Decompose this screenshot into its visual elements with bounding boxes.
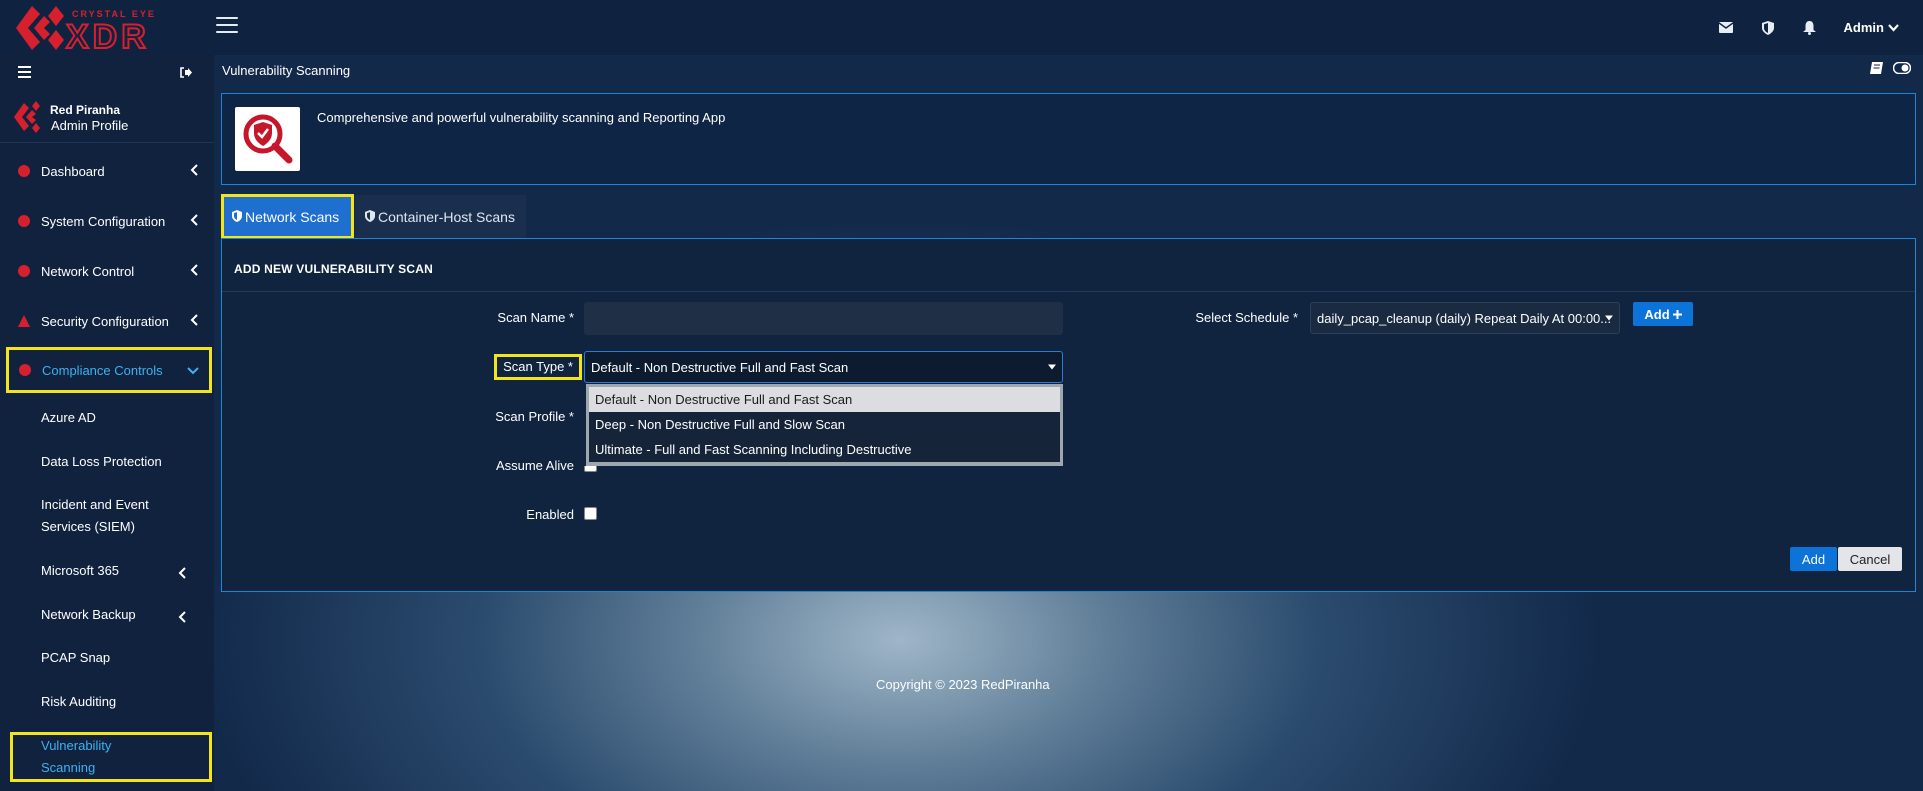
scan-name-input[interactable] [584, 302, 1063, 335]
sidebar-item-label: Microsoft 365 [41, 563, 120, 578]
page-title: Vulnerability Scanning [222, 63, 351, 78]
admin-label: Admin [1843, 20, 1884, 35]
sidebar-header [0, 55, 214, 92]
sidebar-subitem-vulnerability-scanning[interactable]: Vulnerability Scanning [41, 735, 151, 779]
shield-icon[interactable] [1760, 20, 1776, 36]
scan-profile-label: Scan Profile * [495, 409, 574, 424]
network-control-icon [18, 265, 30, 277]
assume-alive-label: Assume Alive [495, 458, 574, 473]
add-schedule-label: Add [1644, 306, 1670, 322]
chevron-left-icon [178, 564, 186, 586]
main-menu-toggle-icon[interactable] [216, 17, 238, 37]
sidebar-subitem-pcap-snap[interactable]: PCAP Snap [41, 647, 201, 669]
chevron-left-icon [178, 608, 186, 630]
svg-text:XDR: XDR [66, 18, 150, 54]
sidebar-subitem-network-backup[interactable]: Network Backup [41, 604, 186, 626]
sidebar-subitem-risk-auditing[interactable]: Risk Auditing [41, 691, 201, 713]
vulnerability-scan-app-icon [235, 107, 300, 171]
mail-icon[interactable] [1718, 20, 1734, 36]
page-tools [1870, 61, 1912, 77]
compliance-controls-icon [19, 364, 31, 376]
chevron-left-icon [190, 163, 198, 179]
sidebar-item-label: Dashboard [41, 163, 105, 179]
panel-title: ADD NEW VULNERABILITY SCAN [234, 262, 433, 276]
scan-type-option-deep[interactable]: Deep - Non Destructive Full and Slow Sca… [589, 412, 1060, 437]
chevron-down-icon [1888, 20, 1899, 35]
profile-subtitle: Admin Profile [51, 117, 129, 133]
tab-container-host-scans[interactable]: Container-Host Scans [355, 195, 526, 238]
sidebar-subitem-data-loss-protection[interactable]: Data Loss Protection [41, 451, 201, 473]
caret-down-icon [1605, 315, 1613, 321]
enabled-label: Enabled [526, 507, 574, 522]
sidebar-item-system-configuration[interactable]: System Configuration [8, 200, 208, 242]
select-schedule-label: Select Schedule * [1195, 310, 1298, 325]
security-configuration-icon [18, 315, 30, 327]
copyright-footer: Copyright © 2023 RedPiranha [876, 677, 1050, 692]
scan-type-option-default[interactable]: Default - Non Destructive Full and Fast … [589, 387, 1060, 412]
chevron-left-icon [190, 213, 198, 229]
sidebar-item-network-control[interactable]: Network Control [8, 250, 208, 292]
schedule-select-value: daily_pcap_cleanup (daily) Repeat Daily … [1317, 310, 1612, 326]
tab-label: Container-Host Scans [378, 208, 515, 225]
scan-type-select-value: Default - Non Destructive Full and Fast … [591, 359, 849, 375]
app-banner: Comprehensive and powerful vulnerability… [221, 93, 1916, 185]
chevron-down-icon [187, 362, 199, 378]
sidebar-item-security-configuration[interactable]: Security Configuration [8, 300, 208, 342]
sidebar-item-label: Compliance Controls [42, 362, 163, 378]
cancel-button[interactable]: Cancel [1838, 547, 1902, 571]
sidebar-item-dashboard[interactable]: Dashboard [8, 150, 208, 192]
dashboard-icon [18, 165, 30, 177]
sidebar-subitem-azure-ad[interactable]: Azure AD [41, 407, 201, 429]
notification-bell-icon[interactable] [1802, 20, 1818, 36]
tab-network-scans[interactable]: Network Scans [221, 194, 354, 239]
scan-type-dropdown: Default - Non Destructive Full and Fast … [586, 384, 1063, 466]
scan-type-option-ultimate[interactable]: Ultimate - Full and Fast Scanning Includ… [589, 437, 1060, 462]
toggle-switch-icon[interactable] [1892, 61, 1912, 77]
top-bar-actions: Admin [1718, 0, 1899, 55]
admin-user-menu[interactable]: Admin [1844, 20, 1899, 35]
divider [222, 291, 1915, 292]
sidebar-item-label: System Configuration [41, 213, 166, 229]
system-configuration-icon [18, 215, 30, 227]
scan-name-label: Scan Name * [497, 310, 574, 325]
red-piranha-logo [14, 101, 40, 133]
scan-type-select[interactable]: Default - Non Destructive Full and Fast … [584, 351, 1063, 383]
caret-down-icon [1048, 364, 1056, 370]
sidebar-item-label: Network Backup [41, 607, 136, 622]
app-description: Comprehensive and powerful vulnerability… [317, 110, 726, 125]
chevron-left-icon [190, 313, 198, 329]
plus-icon [1672, 307, 1682, 322]
top-bar: CRYSTAL EYE XDR Admin [0, 0, 1923, 57]
crystal-eye-logo[interactable]: CRYSTAL EYE XDR [14, 2, 184, 57]
book-icon[interactable] [1870, 62, 1883, 77]
shield-icon [365, 209, 375, 225]
sidebar-item-label: Network Control [41, 263, 135, 279]
tab-label: Network Scans [245, 208, 340, 225]
sidebar-subitem-microsoft-365[interactable]: Microsoft 365 [41, 560, 186, 582]
admin-profile[interactable]: Red Piranha Admin Profile [0, 92, 214, 143]
sidebar-item-compliance-controls[interactable]: Compliance Controls [6, 347, 212, 393]
sidebar-menu-icon[interactable] [18, 66, 31, 81]
shield-icon [232, 209, 242, 225]
add-button[interactable]: Add [1790, 547, 1837, 571]
sidebar-item-label: Security Configuration [41, 313, 169, 329]
scan-type-label: Scan Type * [494, 354, 582, 380]
enabled-checkbox[interactable] [584, 507, 597, 520]
sidebar-subitem-siem[interactable]: Incident and Event Services (SIEM) [41, 494, 171, 538]
schedule-select[interactable]: daily_pcap_cleanup (daily) Repeat Daily … [1310, 302, 1620, 334]
assume-alive-checkbox[interactable] [584, 466, 597, 472]
chevron-left-icon [190, 263, 198, 279]
logout-icon[interactable] [180, 66, 192, 81]
add-schedule-button[interactable]: Add [1633, 302, 1693, 326]
profile-name: Red Piranha [50, 102, 121, 117]
